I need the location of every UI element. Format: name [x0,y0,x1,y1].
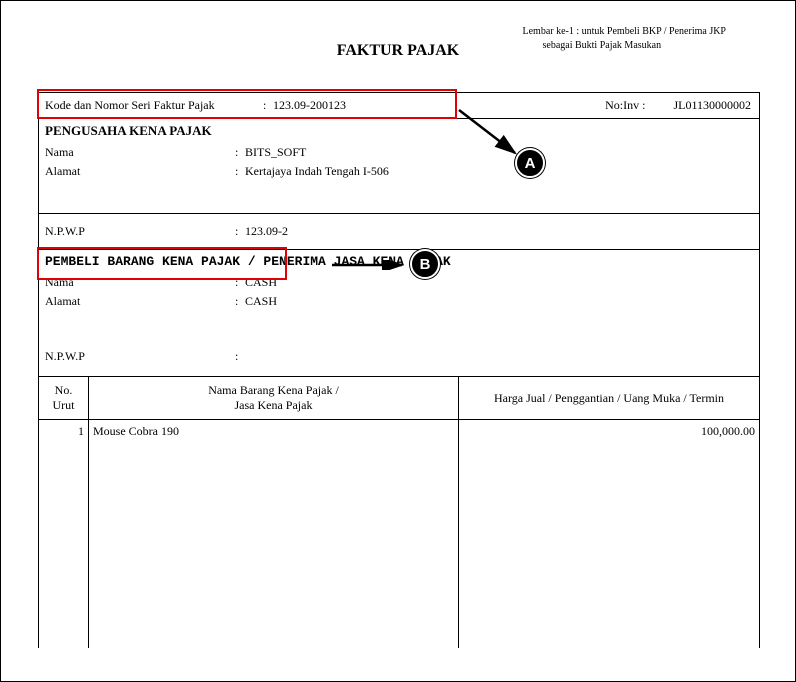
row-npwp: N.P.W.P : 123.09-2 [38,214,760,250]
kode-label: Kode dan Nomor Seri Faktur Pajak [45,98,263,113]
pembeli-nama-label: Nama [45,275,235,290]
header-line1: Lembar ke-1 : untuk Pembeli BKP / Peneri… [523,25,727,39]
pembeli-alamat-value: CASH [245,294,753,309]
row-pembeli: PEMBELI BARANG KENA PAJAK / PENERIMA JAS… [38,250,760,377]
noinv-value: JL01130000002 [673,98,751,113]
pkp-nama-value: BITS_SOFT [245,145,753,160]
pkp-alamat-label: Alamat [45,164,235,179]
pembeli-npwp-value [245,349,753,364]
annotation-badge-a: A [515,148,545,178]
pkp-alamat-value: Kertajaya Indah Tengah I-506 [245,164,753,179]
td-harga: 100,000.00 [459,420,759,648]
noinv-label: No:Inv : [605,98,645,113]
th-no: No. Urut [39,377,89,419]
invoice-table: Kode dan Nomor Seri Faktur Pajak : 123.0… [38,92,760,648]
pembeli-title: PEMBELI BARANG KENA PAJAK / PENERIMA JAS… [45,254,753,269]
row-pkp: PENGUSAHA KENA PAJAK Nama : BITS_SOFT Al… [38,118,760,214]
th-harga: Harga Jual / Penggantian / Uang Muka / T… [459,377,759,419]
td-barang: Mouse Cobra 190 [89,420,459,648]
table-body: 1 Mouse Cobra 190 100,000.00 [38,420,760,648]
row-kode: Kode dan Nomor Seri Faktur Pajak : 123.0… [38,92,760,118]
document-title: FAKTUR PAJAK [0,42,796,60]
pkp-title: PENGUSAHA KENA PAJAK [45,123,753,139]
pkp-nama-label: Nama [45,145,235,160]
annotation-badge-b: B [410,249,440,279]
pembeli-nama-value: CASH [245,275,753,290]
npwp-value: 123.09-2 [245,224,288,239]
npwp-label: N.P.W.P [45,224,235,239]
td-no: 1 [39,420,89,648]
kode-value: 123.09-200123 [273,98,346,113]
pembeli-alamat-label: Alamat [45,294,235,309]
table-header: No. Urut Nama Barang Kena Pajak / Jasa K… [38,377,760,420]
pembeli-npwp-label: N.P.W.P [45,349,235,364]
th-barang: Nama Barang Kena Pajak / Jasa Kena Pajak [89,377,459,419]
